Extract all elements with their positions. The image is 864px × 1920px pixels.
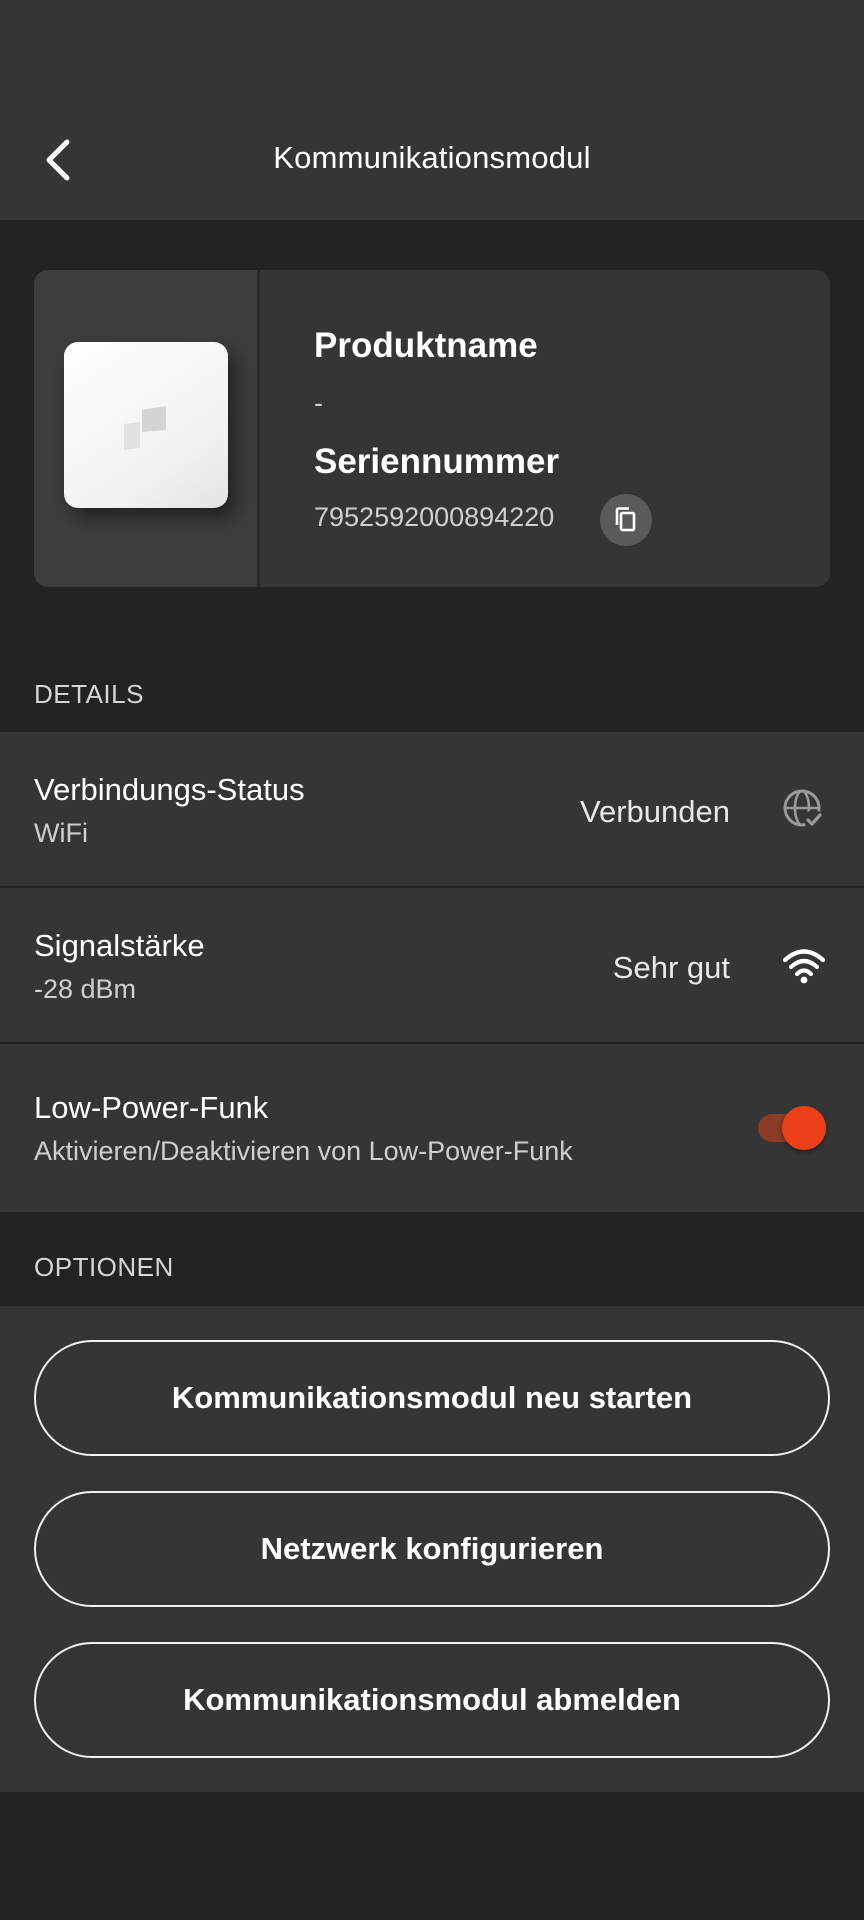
- toggle-thumb: [782, 1106, 826, 1150]
- low-power-radio-title: Low-Power-Funk: [34, 1090, 269, 1125]
- signal-strength-title: Signalstärke: [34, 928, 205, 963]
- copy-icon: [615, 507, 636, 532]
- page-title: Kommunikationsmodul: [273, 140, 591, 175]
- connection-status-value: Verbunden: [580, 794, 730, 829]
- product-name-label: Produktname: [314, 326, 538, 365]
- options-section-title: OPTIONEN: [34, 1252, 174, 1282]
- screen: Kommunikationsmodul Produktname - Serien…: [0, 0, 864, 1920]
- details-list: Verbindungs-Status WiFi Verbunden Signal…: [0, 732, 864, 1212]
- connection-status-title: Verbindungs-Status: [34, 772, 305, 807]
- connection-status-row[interactable]: Verbindungs-Status WiFi Verbunden: [0, 732, 864, 886]
- configure-network-button[interactable]: Netzwerk konfigurieren: [34, 1491, 830, 1607]
- low-power-radio-row: Low-Power-Funk Aktivieren/Deaktivieren v…: [0, 1044, 864, 1212]
- wifi-icon: [778, 940, 830, 992]
- low-power-radio-description: Aktivieren/Deaktivieren von Low-Power-Fu…: [34, 1136, 573, 1166]
- signal-strength-row[interactable]: Signalstärke -28 dBm Sehr gut: [0, 888, 864, 1042]
- signal-strength-dbm: -28 dBm: [34, 974, 137, 1004]
- app-bar: Kommunikationsmodul: [0, 0, 864, 220]
- restart-module-button[interactable]: Kommunikationsmodul neu starten: [34, 1340, 830, 1456]
- logout-module-button[interactable]: Kommunikationsmodul abmelden: [34, 1642, 830, 1758]
- product-name-value: -: [314, 388, 323, 418]
- serial-number-value: 7952592000894220: [314, 502, 555, 532]
- signal-strength-value: Sehr gut: [612, 950, 730, 985]
- connection-type: WiFi: [34, 818, 88, 848]
- device-image: [64, 342, 228, 508]
- product-image: [34, 270, 260, 587]
- details-section-title: DETAILS: [34, 679, 144, 709]
- serial-number-label: Seriennummer: [314, 442, 560, 481]
- product-card: Produktname - Seriennummer 7952592000894…: [34, 270, 830, 587]
- low-power-radio-toggle[interactable]: [756, 1106, 828, 1150]
- globe-check-icon: [778, 784, 830, 836]
- device-logo-icon: [124, 406, 166, 450]
- copy-serial-button[interactable]: [600, 494, 652, 546]
